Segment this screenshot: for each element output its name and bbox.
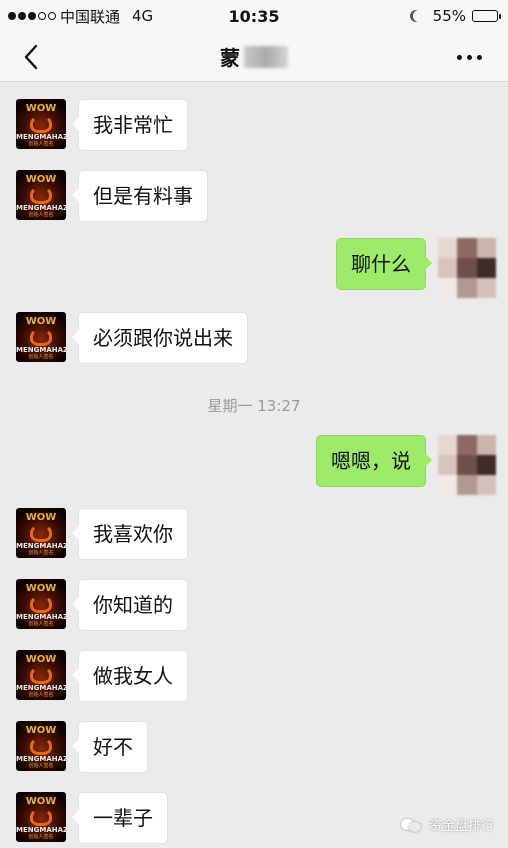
- contact-avatar[interactable]: WOW MENGMAHAZU 创始人签名: [16, 579, 66, 629]
- message-row: WOW MENGMAHAZU 创始人签名 但是有料事: [16, 170, 208, 222]
- avatar-crown-text: WOW: [25, 316, 57, 327]
- message-row: WOW MENGMAHAZU 创始人签名 好不: [16, 721, 148, 773]
- avatar-sub-text: 创始人签名: [28, 834, 54, 840]
- avatar-brand-text: MENGMAHAZU: [16, 684, 66, 692]
- avatar-flame-icon: [30, 808, 52, 826]
- signal-strength-icon: [8, 12, 56, 20]
- avatar-brand-text: MENGMAHAZU: [16, 346, 66, 354]
- avatar-brand-text: MENGMAHAZU: [16, 613, 66, 621]
- battery-percent: 55%: [432, 7, 466, 25]
- my-avatar[interactable]: [438, 435, 496, 495]
- contact-name: 蒙: [220, 46, 240, 70]
- moon-icon: [413, 10, 425, 22]
- contact-avatar[interactable]: WOW MENGMAHAZU 创始人签名: [16, 99, 66, 149]
- my-avatar[interactable]: [438, 238, 496, 298]
- back-button[interactable]: [18, 44, 44, 70]
- avatar-crown-text: WOW: [25, 654, 57, 665]
- message-row: 嗯嗯，说: [316, 435, 496, 495]
- avatar-flame-icon: [30, 737, 52, 755]
- message-bubble-received[interactable]: 你知道的: [72, 579, 188, 631]
- avatar-flame-icon: [30, 666, 52, 684]
- message-bubble-received[interactable]: 我非常忙: [72, 99, 188, 151]
- avatar-flame-icon: [30, 595, 52, 613]
- message-row: WOW MENGMAHAZU 创始人签名 一辈子: [16, 792, 168, 844]
- contact-avatar[interactable]: WOW MENGMAHAZU 创始人签名: [16, 792, 66, 842]
- battery-icon: [472, 10, 501, 22]
- avatar-sub-text: 创始人签名: [28, 550, 54, 556]
- status-left: 中国联通 4G: [8, 6, 153, 27]
- avatar-brand-text: MENGMAHAZU: [16, 542, 66, 550]
- contact-avatar[interactable]: WOW MENGMAHAZU 创始人签名: [16, 170, 66, 220]
- message-bubble-sent[interactable]: 聊什么: [336, 238, 432, 290]
- contact-avatar[interactable]: WOW MENGMAHAZU 创始人签名: [16, 650, 66, 700]
- message-bubble-received[interactable]: 做我女人: [72, 650, 188, 702]
- contact-avatar[interactable]: WOW MENGMAHAZU 创始人签名: [16, 721, 66, 771]
- message-bubble-sent[interactable]: 嗯嗯，说: [316, 435, 432, 487]
- message-row: WOW MENGMAHAZU 创始人签名 你知道的: [16, 579, 188, 631]
- message-bubble-received[interactable]: 但是有料事: [72, 170, 208, 222]
- avatar-brand-text: MENGMAHAZU: [16, 826, 66, 834]
- wechat-official-account-icon: [400, 817, 423, 833]
- status-bar: 中国联通 4G 10:35 55%: [0, 0, 508, 32]
- message-timestamp: 星期一 13:27: [207, 397, 301, 415]
- avatar-sub-text: 创始人签名: [28, 621, 54, 627]
- avatar-sub-text: 创始人签名: [28, 692, 54, 698]
- message-bubble-received[interactable]: 我喜欢你: [72, 508, 188, 560]
- avatar-brand-text: MENGMAHAZU: [16, 755, 66, 763]
- network-type: 4G: [132, 7, 154, 25]
- avatar-flame-icon: [30, 524, 52, 542]
- avatar-sub-text: 创始人签名: [28, 763, 54, 769]
- message-bubble-received[interactable]: 一辈子: [72, 792, 168, 844]
- chevron-left-icon: [24, 44, 38, 70]
- message-row: WOW MENGMAHAZU 创始人签名 我喜欢你: [16, 508, 188, 560]
- avatar-flame-icon: [30, 186, 52, 204]
- message-row: 聊什么: [336, 238, 496, 298]
- watermark-text: 资金盘排行: [428, 819, 494, 834]
- message-row: WOW MENGMAHAZU 创始人签名 我非常忙: [16, 99, 188, 151]
- avatar-crown-text: WOW: [25, 583, 57, 594]
- avatar-crown-text: WOW: [25, 174, 57, 185]
- message-bubble-received[interactable]: 好不: [72, 721, 148, 773]
- avatar-crown-text: WOW: [25, 512, 57, 523]
- avatar-brand-text: MENGMAHAZU: [16, 204, 66, 212]
- avatar-crown-text: WOW: [25, 796, 57, 807]
- avatar-brand-text: MENGMAHAZU: [16, 133, 66, 141]
- avatar-sub-text: 创始人签名: [28, 354, 54, 360]
- message-row: WOW MENGMAHAZU 创始人签名 做我女人: [16, 650, 188, 702]
- status-right: 55%: [409, 7, 501, 25]
- avatar-flame-icon: [30, 115, 52, 133]
- carrier-name: 中国联通: [60, 7, 121, 26]
- watermark: 资金盘排行: [400, 815, 494, 834]
- message-bubble-received[interactable]: 必须跟你说出来: [72, 312, 248, 364]
- avatar-sub-text: 创始人签名: [28, 141, 54, 147]
- chat-header: 蒙: [0, 32, 508, 82]
- avatar-crown-text: WOW: [25, 103, 57, 114]
- redacted-name: [244, 45, 288, 68]
- contact-avatar[interactable]: WOW MENGMAHAZU 创始人签名: [16, 312, 66, 362]
- contact-avatar[interactable]: WOW MENGMAHAZU 创始人签名: [16, 508, 66, 558]
- message-row: WOW MENGMAHAZU 创始人签名 必须跟你说出来: [16, 312, 248, 364]
- more-dots-icon[interactable]: [457, 48, 482, 66]
- avatar-sub-text: 创始人签名: [28, 212, 54, 218]
- chat-title: 蒙: [220, 42, 288, 71]
- avatar-crown-text: WOW: [25, 725, 57, 736]
- avatar-flame-icon: [30, 328, 52, 346]
